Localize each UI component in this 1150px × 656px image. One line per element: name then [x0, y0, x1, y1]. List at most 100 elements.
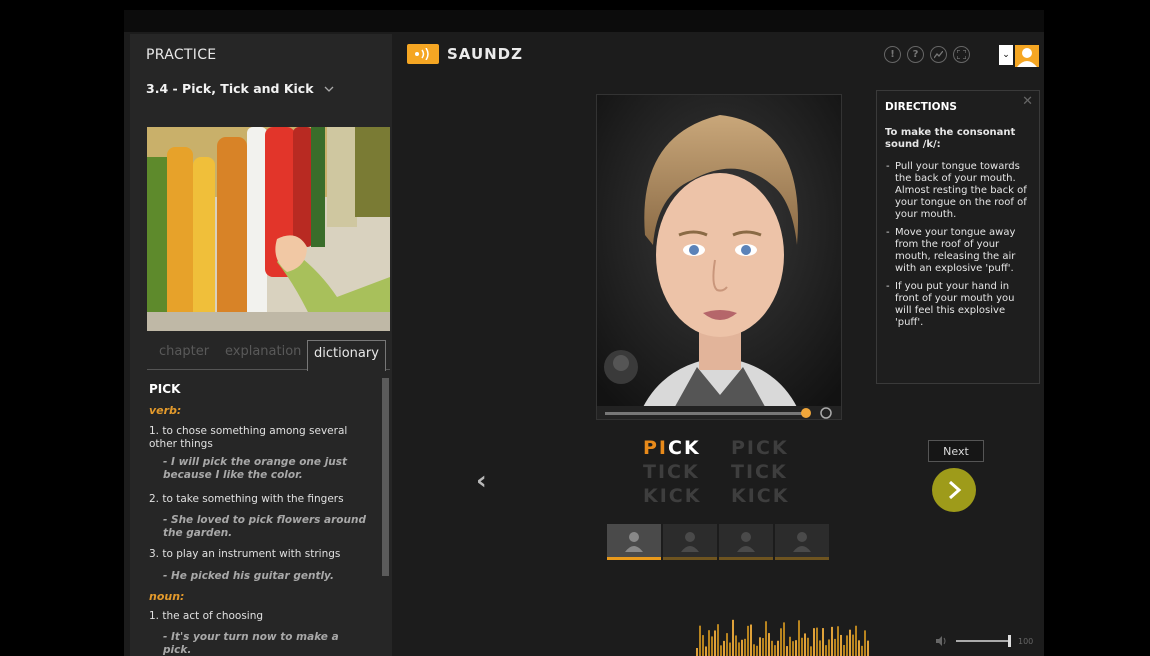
app-window: PRACTICE 3.4 - Pick, Tick and Kick chapt…	[124, 10, 1044, 656]
waveform-bar	[708, 630, 710, 656]
user-menu-dropdown[interactable]: ⌄	[999, 45, 1013, 65]
waveform-bar	[744, 638, 746, 656]
speaker-thumb[interactable]	[719, 524, 773, 560]
pronunciation-video[interactable]	[596, 94, 842, 420]
directions-list: Pull your tongue towards the back of you…	[885, 161, 1031, 329]
word-row-tick[interactable]: TICK	[731, 460, 789, 484]
next-button[interactable]: Next	[928, 440, 984, 462]
waveform-bar	[705, 646, 707, 656]
waveform-bar	[729, 642, 731, 656]
waveform-bar	[762, 638, 764, 656]
tab-dictionary[interactable]: dictionary	[307, 340, 386, 371]
waveform-bar	[789, 636, 791, 656]
chapter-dropdown[interactable]: 3.4 - Pick, Tick and Kick	[146, 81, 334, 96]
waveform-bar	[825, 645, 827, 656]
fullscreen-icon[interactable]	[953, 46, 970, 63]
brand-name: SAUNDZ	[447, 45, 524, 63]
dictionary-scrollbar[interactable]	[382, 378, 389, 576]
speaker-thumb[interactable]	[663, 524, 717, 560]
waveform-bar	[750, 624, 752, 656]
waveform-bar	[837, 626, 839, 656]
speaker-icon[interactable]	[936, 636, 948, 646]
waveform-bar	[699, 625, 701, 656]
waveform-bar	[807, 637, 809, 656]
chevron-down-icon	[324, 86, 333, 92]
previous-arrow-icon[interactable]: ‹	[476, 466, 487, 496]
example-text: - I will pick the orange one just becaus…	[163, 456, 348, 481]
word-column-next: PICK TICK KICK	[731, 436, 789, 508]
waveform-bar	[798, 620, 800, 656]
directions-title: DIRECTIONS	[885, 101, 957, 113]
waveform-bar	[786, 646, 788, 656]
definition-item: 1. to chose something among several othe…	[149, 425, 348, 450]
alert-icon[interactable]: !	[884, 46, 901, 63]
waveform-bar	[864, 630, 866, 656]
waveform-bar	[801, 637, 803, 656]
waveform-bar	[768, 633, 770, 656]
definition-item: 1. the act of choosing	[149, 610, 264, 622]
waveform-bar	[726, 633, 728, 656]
verb-label: verb:	[149, 404, 182, 417]
waveform-bar	[849, 629, 851, 656]
top-band	[124, 10, 1044, 32]
dictionary-word: PICK	[149, 382, 181, 396]
panel-tabs: chapter explanation dictionary	[147, 340, 390, 371]
direction-step: Pull your tongue towards the back of you…	[885, 161, 1031, 221]
waveform-bar	[843, 644, 845, 656]
waveform-bar	[816, 627, 818, 656]
waveform-bar	[834, 638, 836, 656]
waveform-bar	[810, 646, 812, 656]
waveform-bar	[756, 645, 758, 656]
next-arrow-button[interactable]	[932, 468, 976, 512]
close-icon[interactable]: ✕	[1022, 95, 1033, 108]
waveform-bar	[804, 633, 806, 656]
stats-icon[interactable]	[930, 46, 947, 63]
lesson-image	[147, 127, 390, 331]
waveform-bar	[846, 635, 848, 656]
waveform-bar	[723, 640, 725, 656]
waveform-bar	[765, 621, 767, 656]
waveform-bar	[702, 635, 704, 656]
waveform-bar	[867, 640, 869, 656]
help-icon[interactable]: ?	[907, 46, 924, 63]
waveform-bar	[783, 622, 785, 656]
speaker-thumb[interactable]	[607, 524, 661, 560]
waveform-bar	[711, 636, 713, 656]
tab-chapter[interactable]: chapter	[159, 344, 209, 359]
volume-knob[interactable]	[1008, 635, 1011, 647]
waveform-bar	[828, 639, 830, 656]
direction-step: Move your tongue away from the roof of y…	[885, 227, 1031, 275]
word-row-tick[interactable]: TICK	[643, 460, 701, 484]
waveform-bar	[720, 645, 722, 656]
speaker-thumb[interactable]	[775, 524, 829, 560]
waveform-bar	[732, 619, 734, 656]
waveform-bar	[777, 640, 779, 656]
volume-slider[interactable]	[956, 635, 1011, 647]
waveform-bar	[735, 635, 737, 656]
chevron-right-icon	[949, 480, 962, 500]
word-row-kick[interactable]: KICK	[643, 484, 701, 508]
waveform-bar	[759, 637, 761, 656]
directions-lead: To make the consonant sound /k/:	[885, 127, 1016, 150]
volume-value: 100	[1018, 636, 1034, 646]
waveform-bar	[813, 628, 815, 656]
example-text: - He picked his guitar gently.	[163, 570, 334, 582]
panel-title: PRACTICE	[146, 47, 217, 63]
word-row-pick[interactable]: PICK	[643, 436, 701, 460]
waveform-bar	[717, 624, 719, 656]
word-row-kick[interactable]: KICK	[731, 484, 789, 508]
word-row-pick[interactable]: PICK	[731, 436, 789, 460]
tab-explanation[interactable]: explanation	[225, 344, 301, 359]
waveform-bar	[738, 642, 740, 656]
directions-panel: DIRECTIONS ✕ To make the consonant sound…	[876, 90, 1040, 384]
user-avatar-icon[interactable]	[1015, 45, 1039, 67]
speaker-thumbnails	[607, 524, 829, 560]
sound-waves-icon	[407, 44, 439, 64]
waveform-bar	[696, 648, 698, 656]
example-text: - It's your turn now to make a pick.	[163, 631, 339, 656]
chapter-label: 3.4 - Pick, Tick and Kick	[146, 81, 314, 96]
app-logo: SAUNDZ	[407, 44, 523, 64]
waveform-bar	[861, 645, 863, 656]
waveform-bar	[753, 644, 755, 656]
direction-step: If you put your hand in front of your mo…	[885, 281, 1031, 329]
